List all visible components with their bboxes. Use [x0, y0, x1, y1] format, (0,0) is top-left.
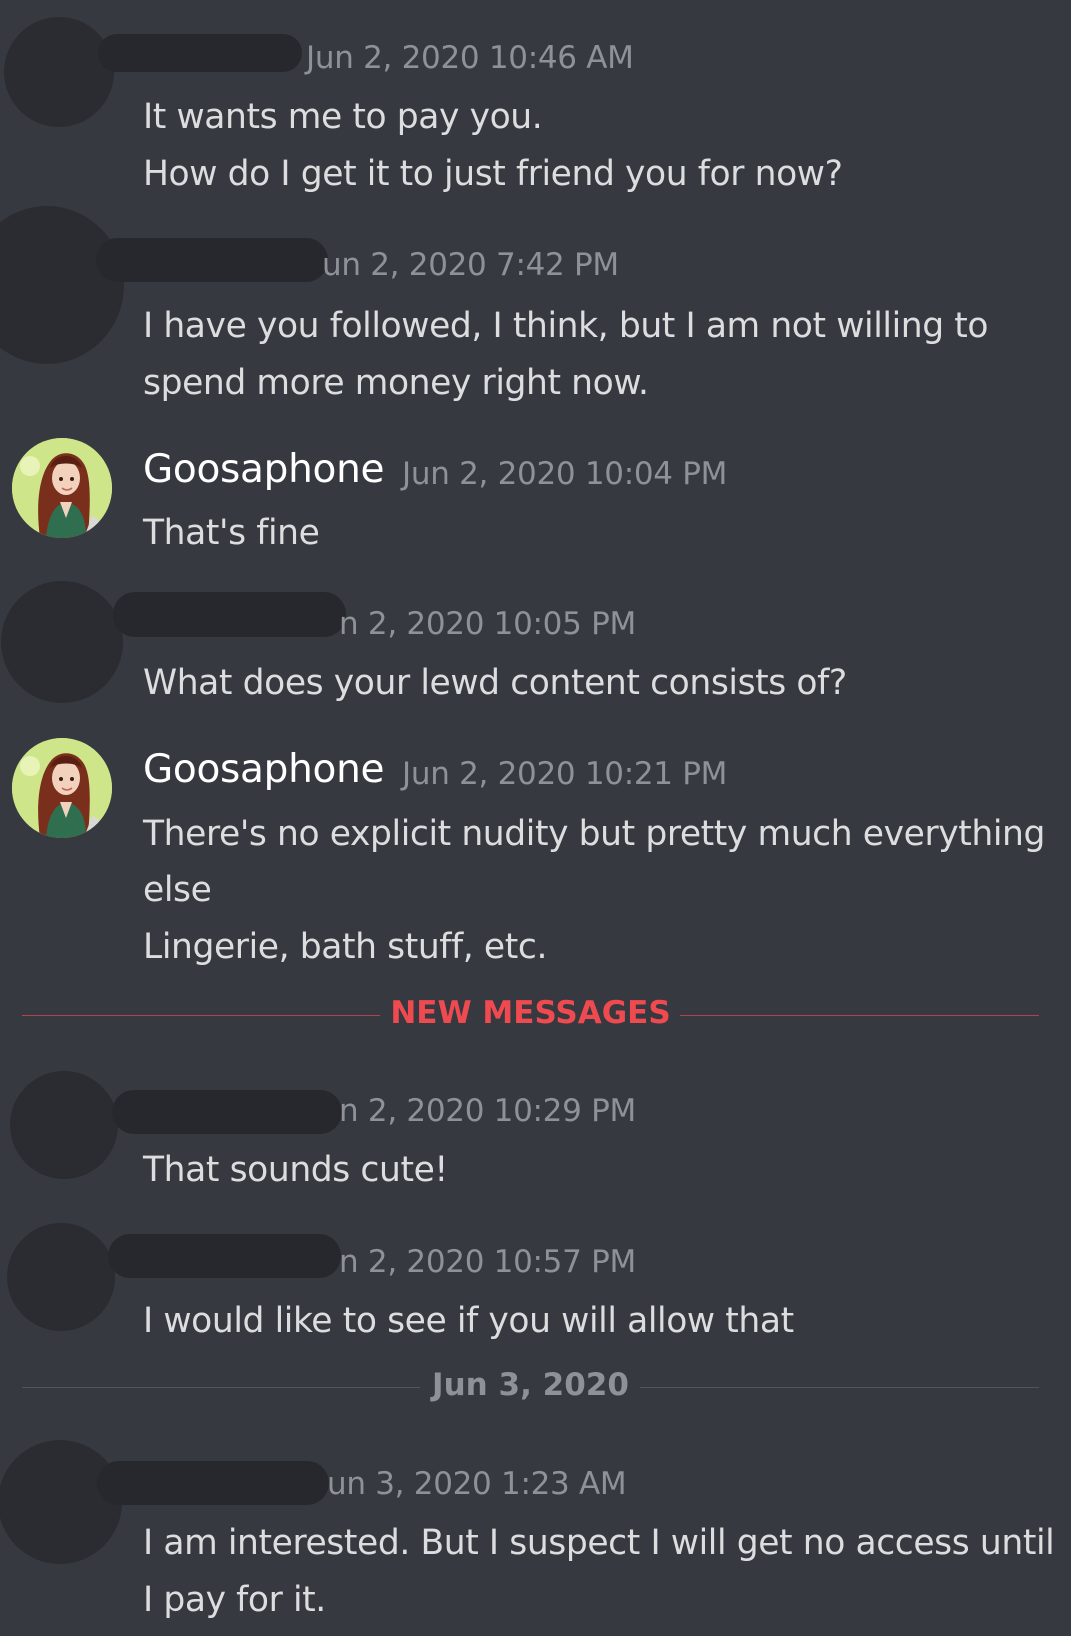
redacted-username [108, 1234, 341, 1278]
message-username[interactable]: Goosaphone [143, 447, 385, 492]
message-line: I would like to see if you will allow th… [143, 1301, 794, 1341]
anime-girl-avatar-icon[interactable] [12, 438, 112, 538]
redacted-avatar [1, 581, 123, 703]
redacted-username [98, 34, 302, 72]
date-divider-label: Jun 3, 2020 [432, 1367, 629, 1403]
message-line: What does your lewd content consists of? [143, 663, 847, 703]
redacted-username [112, 1090, 342, 1134]
message-line: else [143, 870, 212, 910]
redacted-avatar [4, 17, 114, 127]
chat-screen: { "messages": [ { "author": "", "timesta… [0, 0, 1071, 1636]
redacted-avatar [0, 206, 124, 364]
message-line: How do I get it to just friend you for n… [143, 154, 843, 194]
redacted-avatar [7, 1223, 115, 1331]
message-timestamp: Jun 2, 2020 10:21 PM [402, 756, 728, 792]
message-timestamp: Jun 2, 2020 10:04 PM [402, 456, 728, 492]
date-divider: Jun 3, 2020 [22, 1367, 1039, 1407]
message-line: spend more money right now. [143, 363, 649, 403]
anime-girl-avatar-icon[interactable] [12, 738, 112, 838]
redacted-username [97, 1461, 329, 1505]
redacted-username [96, 238, 328, 282]
message-timestamp: un 3, 2020 1:23 AM [327, 1466, 627, 1502]
message-timestamp: n 2, 2020 10:29 PM [339, 1093, 636, 1129]
message-line: I pay for it. [143, 1580, 326, 1620]
redacted-avatar [10, 1071, 118, 1179]
message-line: It wants me to pay you. [143, 97, 543, 137]
new-messages-divider: NEW MESSAGES [22, 995, 1039, 1035]
message-line: That's fine [143, 513, 320, 553]
message-timestamp: n 2, 2020 10:57 PM [339, 1244, 636, 1280]
message-line: I have you followed, I think, but I am n… [143, 306, 989, 346]
message-timestamp: un 2, 2020 7:42 PM [322, 247, 619, 283]
message-timestamp: Jun 2, 2020 10:46 AM [306, 40, 634, 76]
redacted-username [113, 592, 346, 637]
new-messages-label: NEW MESSAGES [390, 995, 671, 1031]
message-line: That sounds cute! [143, 1150, 448, 1190]
message-username[interactable]: Goosaphone [143, 747, 385, 792]
message-line: I am interested. But I suspect I will ge… [143, 1523, 1055, 1563]
redacted-avatar [0, 1440, 122, 1564]
message-timestamp: n 2, 2020 10:05 PM [339, 606, 636, 642]
message-line: Lingerie, bath stuff, etc. [143, 927, 548, 967]
message-line: There's no explicit nudity but pretty mu… [143, 814, 1045, 854]
